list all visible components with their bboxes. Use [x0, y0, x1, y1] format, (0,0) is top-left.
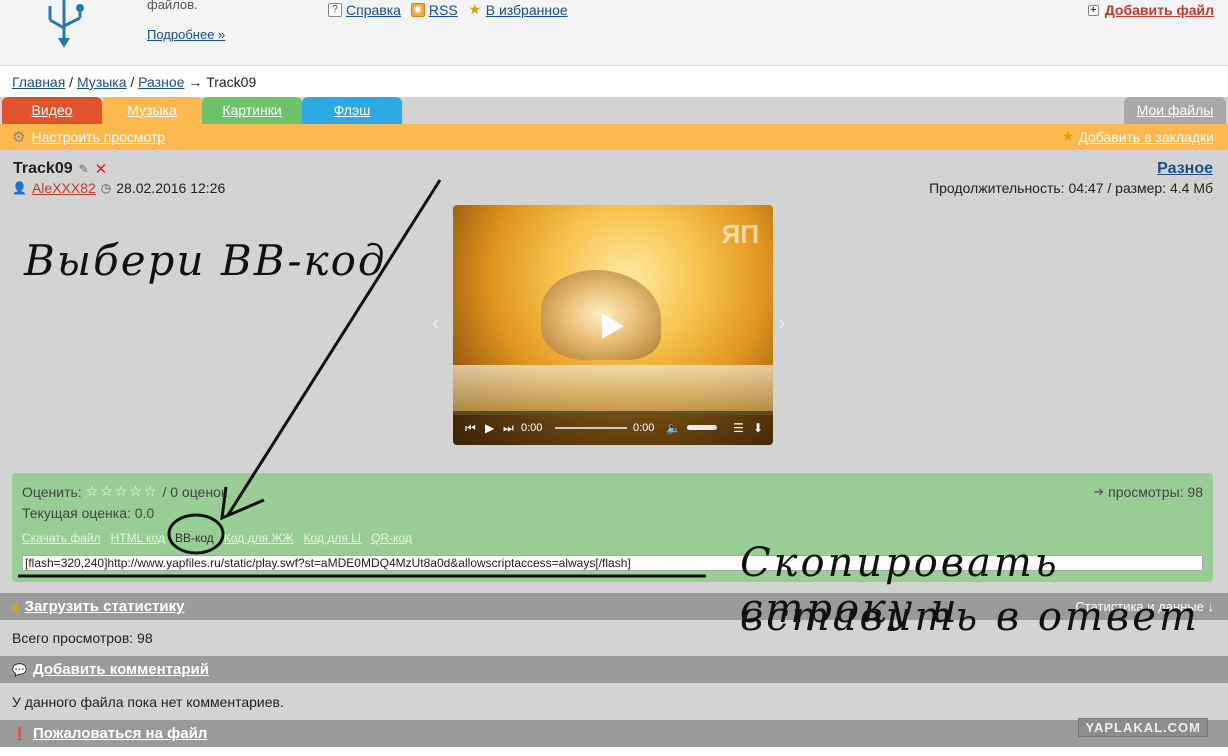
volume-slider[interactable] [687, 425, 717, 430]
player-controls: ⏮ ▶ ⏭ 0:00 0:00 🔈 ☰ ⬇ [453, 411, 773, 445]
player-logo: ЯП [721, 219, 759, 249]
report-file-button[interactable]: ❗ Пожаловаться на файл [12, 725, 207, 742]
no-comments-text: У данного файла пока нет комментариев. [12, 694, 284, 710]
rate-row: Оценить: ☆☆☆☆☆ / 0 оценок [22, 483, 227, 500]
skip-forward-icon[interactable]: ⏭ [503, 421, 514, 436]
current-rating: Текущая оценка: 0.0 [22, 505, 155, 521]
favorites-link-label[interactable]: В избранное [486, 2, 568, 18]
code-link-qr[interactable]: QR-код [371, 531, 412, 545]
plus-icon: + [1087, 4, 1099, 16]
speech-bubble-icon: 💬 [12, 662, 27, 677]
code-link-html[interactable]: HTML код [111, 531, 165, 545]
bookmarks-button[interactable]: ★ Добавить в закладки [1062, 128, 1214, 145]
favorites-link[interactable]: ★ В избранное [468, 1, 568, 18]
chevron-right-icon[interactable]: › [778, 310, 785, 336]
file-title-text: Track09 [13, 160, 73, 177]
settings-button[interactable]: ⚙ Настроить просмотр [12, 128, 165, 146]
annotation-paste-reply: вставить в ответ [740, 594, 1200, 640]
edit-icon[interactable]: ✎ [79, 162, 89, 176]
play-big-icon[interactable] [602, 313, 624, 339]
help-link[interactable]: ? Справка [328, 2, 401, 18]
settings-label[interactable]: Настроить просмотр [31, 129, 165, 145]
tab-video[interactable]: Видео [2, 97, 102, 124]
code-link-download[interactable]: Скачать файл [22, 531, 101, 545]
site-watermark: YAPLAKAL.COM [1078, 718, 1208, 737]
add-file-link[interactable]: Добавить файл [1105, 2, 1214, 18]
report-section-header: ❗ Пожаловаться на файл [0, 720, 1228, 747]
more-link[interactable]: Подробнее » [147, 27, 225, 42]
header-intro-text: файлов. [147, 0, 198, 12]
star-icon: ★ [468, 1, 481, 17]
breadcrumb-misc[interactable]: Разное [138, 74, 184, 90]
time-total: 0:00 [633, 422, 655, 434]
header-links: ? Справка ◉ RSS ★ В избранное [328, 2, 568, 18]
total-views: Всего просмотров: 98 [12, 630, 153, 646]
load-stats-label[interactable]: Загрузить статистику [25, 598, 185, 615]
user-icon: 👤 [12, 181, 27, 195]
tab-my-files[interactable]: Мои файлы [1124, 97, 1226, 124]
media-player[interactable]: ЯП ⏮ ▶ ⏭ 0:00 0:00 🔈 ☰ ⬇ [453, 205, 773, 445]
views-count: ➜ просмотры: 98 [1093, 484, 1203, 500]
cover-image [541, 270, 661, 360]
add-comment-button[interactable]: 💬 Добавить комментарий [12, 661, 209, 678]
breadcrumb-separator: / [126, 74, 139, 90]
gear-icon: ⚙ [12, 129, 26, 146]
rss-link-label[interactable]: RSS [429, 2, 458, 18]
rss-icon: ◉ [410, 3, 425, 17]
clock-icon: ◷ [100, 181, 112, 195]
code-link-bbcode[interactable]: BB-код [175, 531, 214, 545]
report-file-label[interactable]: Пожаловаться на файл [33, 725, 207, 742]
code-links: Скачать файл HTML код BB-код Код для ЖЖ … [22, 531, 412, 545]
file-date: 28.02.2016 12:26 [116, 180, 226, 196]
download-icon[interactable]: ⬇ [753, 421, 763, 435]
file-duration: Продолжительность: 04:47 / размер: 4.4 М… [929, 180, 1213, 196]
code-link-lj[interactable]: Код для ЖЖ [224, 531, 294, 545]
file-panel: Track09 ✎ ✕ 👤 AleXXX82 ◷ 28.02.2016 12:2… [0, 150, 1228, 593]
code-link-li[interactable]: Код для LI [304, 531, 362, 545]
annotation-choose-bbcode: Выбери BB-код [24, 236, 387, 285]
arrow-right-icon: ➜ [1093, 484, 1105, 499]
tab-pictures[interactable]: Картинки [202, 97, 302, 124]
load-stats-button[interactable]: ▮ Загрузить статистику [12, 598, 184, 615]
help-icon: ? [328, 3, 342, 17]
category-link[interactable]: Разное [1157, 160, 1213, 178]
breadcrumb-current: Track09 [206, 74, 257, 90]
view-toolbar: ⚙ Настроить просмотр ★ Добавить в заклад… [0, 124, 1228, 150]
breadcrumb-home[interactable]: Главная [12, 74, 65, 90]
tab-music[interactable]: Музыка [102, 97, 202, 124]
usb-logo-icon[interactable] [36, 0, 92, 52]
bar-chart-icon: ▮ [12, 599, 19, 614]
time-current: 0:00 [521, 422, 543, 434]
file-title: Track09 ✎ ✕ [13, 160, 107, 178]
breadcrumb: Главная / Музыка / Разное → Track09 [12, 74, 256, 90]
cover-image-foam [453, 365, 773, 415]
category-tabs: Видео Музыка Картинки Флэш Мои файлы [0, 97, 1228, 124]
play-icon[interactable]: ▶ [485, 421, 494, 435]
site-header: файлов. Подробнее » ? Справка ◉ RSS ★ В … [0, 0, 1228, 66]
delete-icon[interactable]: ✕ [95, 160, 108, 178]
add-comment-label[interactable]: Добавить комментарий [33, 661, 209, 678]
add-file-button[interactable]: + Добавить файл [1087, 2, 1214, 18]
breadcrumb-music[interactable]: Музыка [77, 74, 127, 90]
volume-icon[interactable]: 🔈 [666, 421, 681, 435]
warning-icon: ❗ [12, 726, 27, 741]
help-link-label[interactable]: Справка [346, 2, 401, 18]
breadcrumb-separator: / [65, 74, 77, 90]
rss-link[interactable]: ◉ RSS [410, 2, 458, 18]
comment-section-header: 💬 Добавить комментарий [0, 656, 1228, 683]
file-author[interactable]: AleXXX82 [32, 180, 96, 196]
file-meta: 👤 AleXXX82 ◷ 28.02.2016 12:26 [12, 180, 225, 196]
star-plus-icon: ★ [1061, 128, 1075, 144]
chevron-left-icon[interactable]: ‹ [432, 310, 439, 336]
seek-bar[interactable] [555, 427, 627, 429]
playlist-icon[interactable]: ☰ [733, 421, 744, 435]
breadcrumb-arrow: → [184, 74, 207, 90]
bookmarks-label[interactable]: Добавить в закладки [1078, 129, 1214, 145]
skip-back-icon[interactable]: ⏮ [465, 421, 476, 436]
rating-stars[interactable]: ☆☆☆☆☆ [86, 483, 159, 500]
rating-count: / 0 оценок [162, 483, 227, 500]
rate-label: Оценить: [22, 483, 82, 500]
tab-flash[interactable]: Флэш [302, 97, 402, 124]
views-label: просмотры: 98 [1108, 484, 1203, 500]
